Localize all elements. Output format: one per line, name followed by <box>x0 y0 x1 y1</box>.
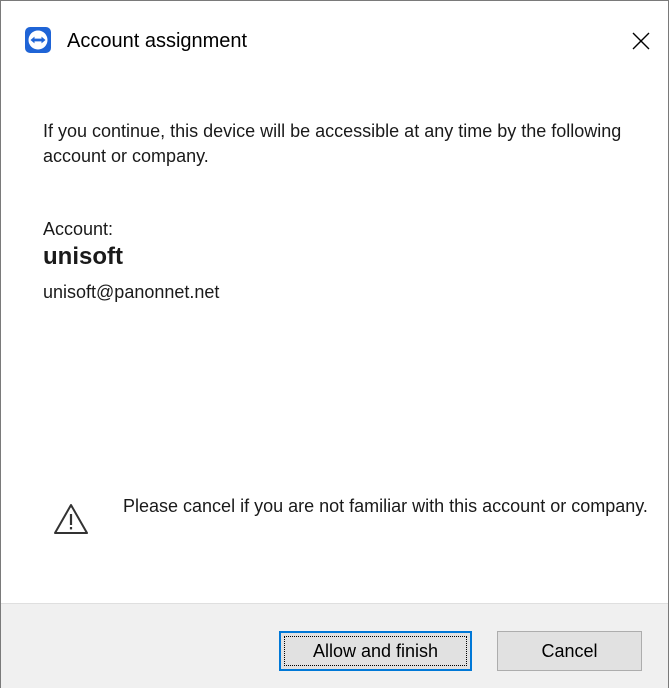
window-title: Account assignment <box>67 30 248 52</box>
cancel-label: Cancel <box>541 640 598 661</box>
account-label: Account: <box>43 219 114 239</box>
close-button[interactable] <box>623 23 659 59</box>
warning-triangle-icon <box>53 503 89 535</box>
allow-and-finish-button[interactable]: Allow and finish <box>279 631 472 671</box>
account-name: unisoft <box>43 243 123 270</box>
title-bar[interactable]: Account assignment <box>1 1 668 89</box>
info-message: If you continue, this device will be acc… <box>43 121 622 166</box>
cancel-button[interactable]: Cancel <box>497 631 642 671</box>
button-bar: Allow and finish Cancel <box>1 603 668 688</box>
allow-and-finish-label: Allow and finish <box>312 640 439 661</box>
close-icon <box>632 32 650 50</box>
teamviewer-logo-icon <box>25 27 51 53</box>
warning-message: Please cancel if you are not familiar wi… <box>123 496 648 516</box>
account-email: unisoft@panonnet.net <box>43 282 220 302</box>
dialog-window: Account assignment If you continue, this… <box>0 0 669 688</box>
